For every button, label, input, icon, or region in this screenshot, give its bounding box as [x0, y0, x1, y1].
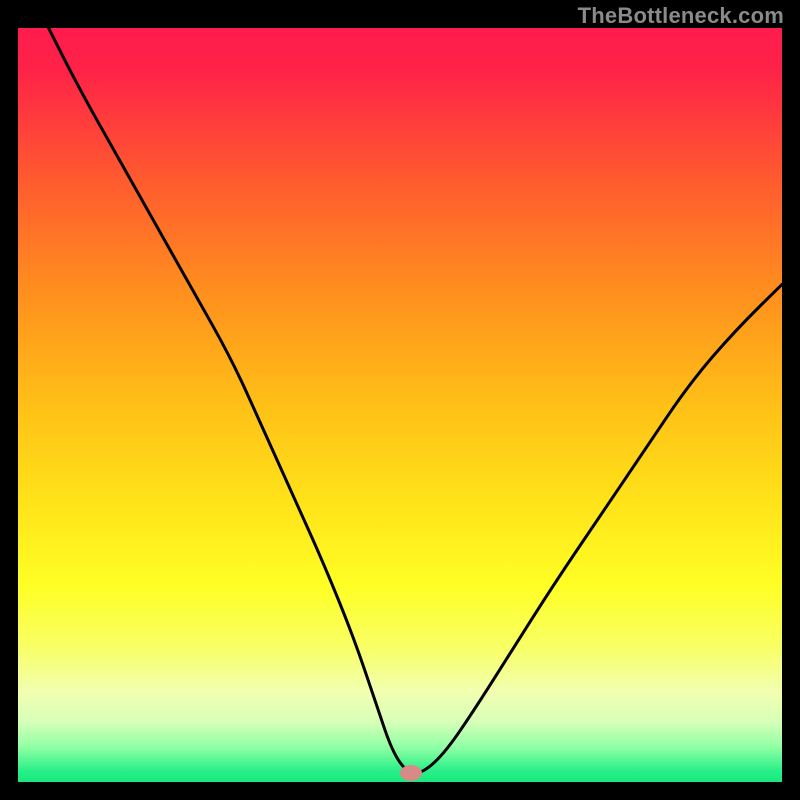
optimal-point-marker: [400, 765, 422, 781]
watermark-text: TheBottleneck.com: [578, 3, 784, 29]
plot-area: [18, 28, 782, 782]
chart-svg: [18, 28, 782, 782]
gradient-rect: [18, 28, 782, 782]
chart-frame: TheBottleneck.com: [0, 0, 800, 800]
